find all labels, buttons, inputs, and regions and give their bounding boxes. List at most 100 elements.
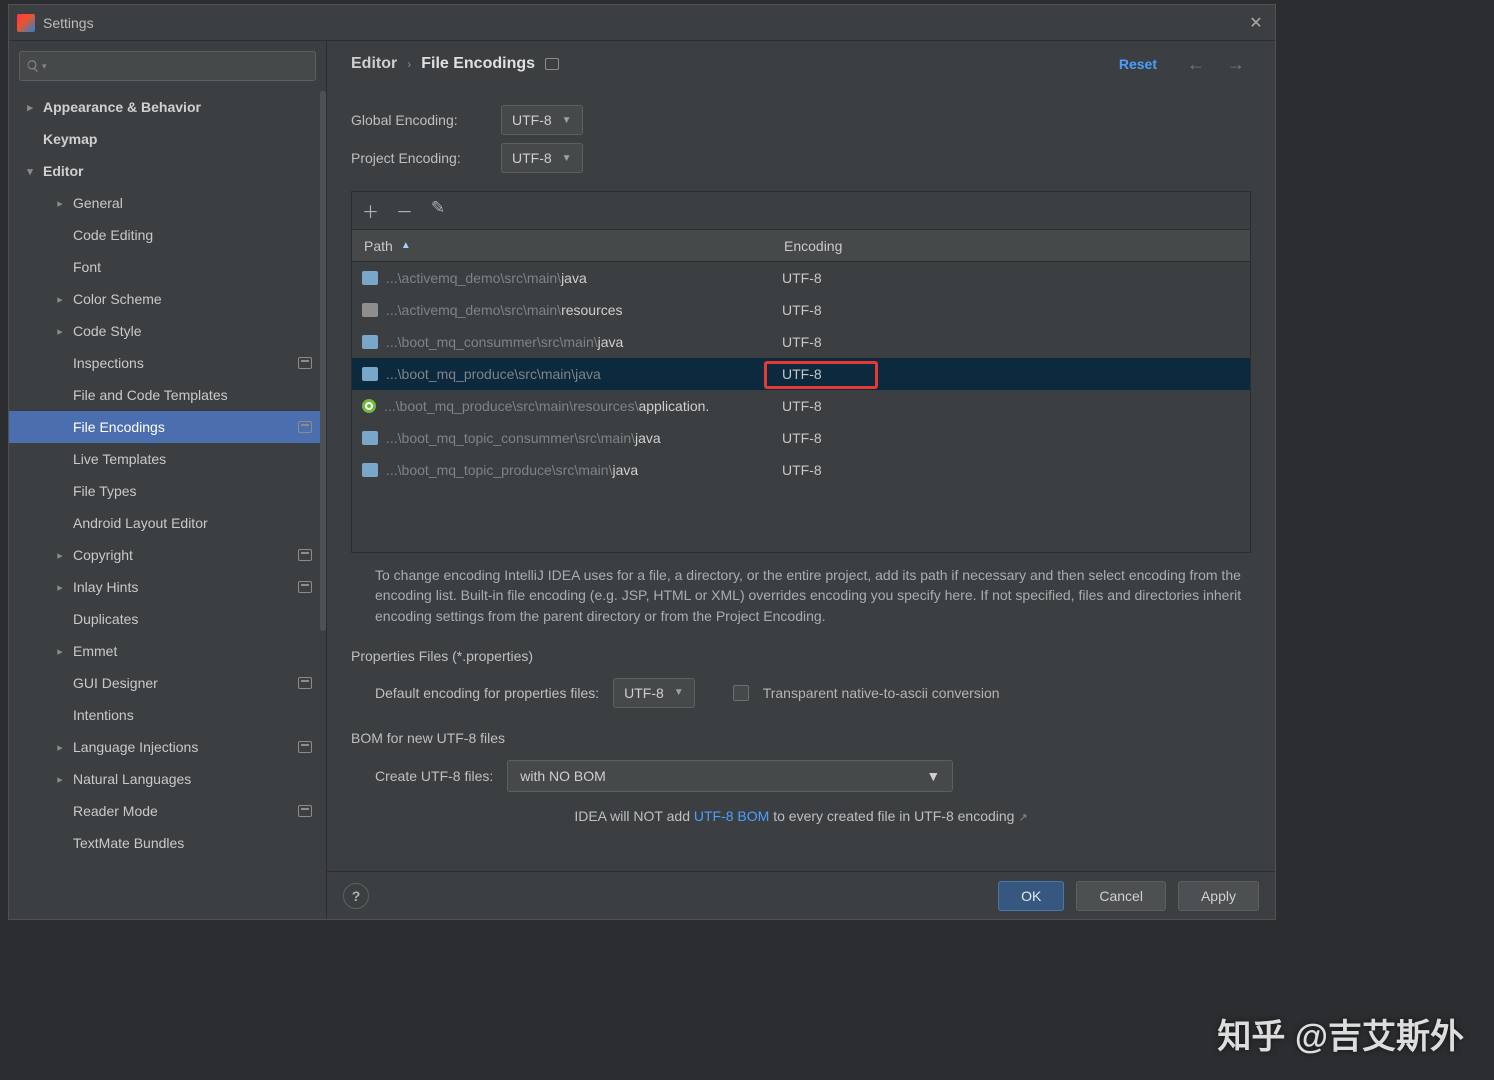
sidebar-item-code-editing[interactable]: ▸Code Editing xyxy=(9,219,326,251)
sidebar-item-label: Inspections xyxy=(73,355,144,371)
path-text: ...\boot_mq_produce\src\main\resources\a… xyxy=(384,398,709,414)
table-row[interactable]: ...\boot_mq_produce\src\main\java UTF-8 xyxy=(352,358,1250,390)
table-row[interactable]: ...\boot_mq_topic_consummer\src\main\jav… xyxy=(352,422,1250,454)
remove-button[interactable]: － xyxy=(396,198,412,223)
project-scope-icon xyxy=(298,581,312,593)
global-encoding-row: Global Encoding: UTF-8 ▼ xyxy=(351,105,1251,135)
apply-button[interactable]: Apply xyxy=(1178,881,1259,911)
close-button[interactable]: ✕ xyxy=(1245,12,1267,34)
sidebar-item-android-layout-editor[interactable]: ▸Android Layout Editor xyxy=(9,507,326,539)
sidebar-item-appearance-behavior[interactable]: ▸Appearance & Behavior xyxy=(9,91,326,123)
table-row[interactable]: ...\activemq_demo\src\main\java UTF-8 xyxy=(352,262,1250,294)
dropdown-icon: ▼ xyxy=(562,115,572,126)
sidebar-item-general[interactable]: ▸General xyxy=(9,187,326,219)
sidebar-item-font[interactable]: ▸Font xyxy=(9,251,326,283)
add-button[interactable]: ＋ xyxy=(362,198,378,223)
sidebar-item-label: Intentions xyxy=(73,707,134,723)
table-row[interactable]: ...\boot_mq_consummer\src\main\javaUTF-8 xyxy=(352,326,1250,358)
sidebar-item-inlay-hints[interactable]: ▸Inlay Hints xyxy=(9,571,326,603)
breadcrumb-parent[interactable]: Editor xyxy=(351,55,397,73)
project-scope-icon xyxy=(545,58,559,70)
utf8-bom-link[interactable]: UTF-8 BOM xyxy=(694,808,769,824)
dropdown-icon: ▼ xyxy=(674,687,684,698)
ok-button[interactable]: OK xyxy=(998,881,1064,911)
settings-tree[interactable]: ▸Appearance & Behavior▸Keymap▾Editor▸Gen… xyxy=(9,91,326,919)
sidebar-item-copyright[interactable]: ▸Copyright xyxy=(9,539,326,571)
table-row[interactable]: ...\boot_mq_produce\src\main\resources\a… xyxy=(352,390,1250,422)
sidebar-item-keymap[interactable]: ▸Keymap xyxy=(9,123,326,155)
sidebar-item-file-types[interactable]: ▸File Types xyxy=(9,475,326,507)
folder-icon xyxy=(362,367,378,381)
encoding-cell[interactable]: UTF-8 xyxy=(772,430,1250,446)
sidebar-item-label: Live Templates xyxy=(73,451,166,467)
column-encoding[interactable]: Encoding xyxy=(772,238,1250,254)
sidebar-item-file-encodings[interactable]: ▸File Encodings xyxy=(9,411,326,443)
global-encoding-combo[interactable]: UTF-8 ▼ xyxy=(501,105,583,135)
encoding-cell[interactable]: UTF-8 xyxy=(772,334,1250,350)
path-text: ...\activemq_demo\src\main\java xyxy=(386,270,587,286)
sidebar-item-gui-designer[interactable]: ▸GUI Designer xyxy=(9,667,326,699)
help-button[interactable]: ? xyxy=(343,883,369,909)
sidebar-item-label: Reader Mode xyxy=(73,803,158,819)
reset-button[interactable]: Reset xyxy=(1119,56,1157,72)
sidebar-item-label: Inlay Hints xyxy=(73,579,138,595)
sidebar-item-label: Language Injections xyxy=(73,739,198,755)
watermark-text: 知乎 @吉艾斯外 xyxy=(1217,1009,1464,1058)
transparent-label[interactable]: Transparent native-to-ascii conversion xyxy=(763,685,1000,701)
folder-icon xyxy=(362,431,378,445)
search-icon xyxy=(26,59,40,73)
transparent-checkbox[interactable] xyxy=(733,685,749,701)
sidebar-item-label: Keymap xyxy=(43,131,97,147)
bom-select[interactable]: with NO BOM ▼ xyxy=(507,760,953,792)
sidebar-item-label: Editor xyxy=(43,163,83,179)
sidebar-item-inspections[interactable]: ▸Inspections xyxy=(9,347,326,379)
chevron-right-icon: ▸ xyxy=(53,549,67,562)
cancel-button[interactable]: Cancel xyxy=(1076,881,1166,911)
sidebar-item-editor[interactable]: ▾Editor xyxy=(9,155,326,187)
sidebar-item-textmate-bundles[interactable]: ▸TextMate Bundles xyxy=(9,827,326,859)
nav-forward-button[interactable]: → xyxy=(1221,54,1251,75)
sidebar-scrollbar[interactable] xyxy=(320,91,326,631)
search-input[interactable] xyxy=(51,59,309,74)
project-encoding-label: Project Encoding: xyxy=(351,150,501,166)
folder-icon xyxy=(362,335,378,349)
table-row[interactable]: ...\boot_mq_topic_produce\src\main\javaU… xyxy=(352,454,1250,486)
sidebar-item-file-and-code-templates[interactable]: ▸File and Code Templates xyxy=(9,379,326,411)
properties-default-label: Default encoding for properties files: xyxy=(375,685,599,701)
encoding-cell[interactable]: UTF-8 xyxy=(772,366,1250,382)
sidebar-item-natural-languages[interactable]: ▸Natural Languages xyxy=(9,763,326,795)
path-text: ...\boot_mq_produce\src\main\java xyxy=(386,366,601,382)
encoding-cell[interactable]: UTF-8 xyxy=(772,398,1250,414)
search-history-icon: ▾ xyxy=(42,61,47,72)
project-encoding-combo[interactable]: UTF-8 ▼ xyxy=(501,143,583,173)
sidebar-item-intentions[interactable]: ▸Intentions xyxy=(9,699,326,731)
properties-encoding-combo[interactable]: UTF-8 ▼ xyxy=(613,678,695,708)
sidebar-item-label: Android Layout Editor xyxy=(73,515,208,531)
nav-back-button[interactable]: ← xyxy=(1181,54,1211,75)
column-path[interactable]: Path ▲ xyxy=(352,238,772,254)
project-scope-icon xyxy=(298,805,312,817)
sidebar-item-code-style[interactable]: ▸Code Style xyxy=(9,315,326,347)
chevron-right-icon: ▸ xyxy=(53,741,67,754)
sidebar-item-color-scheme[interactable]: ▸Color Scheme xyxy=(9,283,326,315)
encoding-cell[interactable]: UTF-8 xyxy=(772,302,1250,318)
breadcrumb-header: Editor › File Encodings Reset ← → xyxy=(327,41,1275,87)
encoding-cell[interactable]: UTF-8 xyxy=(772,462,1250,478)
table-row[interactable]: ...\activemq_demo\src\main\resourcesUTF-… xyxy=(352,294,1250,326)
settings-search[interactable]: ▾ xyxy=(19,51,316,81)
global-encoding-value: UTF-8 xyxy=(512,112,552,128)
sidebar-item-live-templates[interactable]: ▸Live Templates xyxy=(9,443,326,475)
sidebar-item-language-injections[interactable]: ▸ Language Injections xyxy=(9,731,326,763)
sidebar-item-label: Natural Languages xyxy=(73,771,191,787)
bom-note: IDEA will NOT add UTF-8 BOM to every cre… xyxy=(351,808,1251,824)
encoding-cell[interactable]: UTF-8 xyxy=(772,270,1250,286)
sidebar-item-duplicates[interactable]: ▸Duplicates xyxy=(9,603,326,635)
table-header: Path ▲ Encoding xyxy=(352,230,1250,262)
sidebar-item-emmet[interactable]: ▸Emmet xyxy=(9,635,326,667)
sidebar-item-reader-mode[interactable]: ▸Reader Mode xyxy=(9,795,326,827)
settings-sidebar: ▾ ▸Appearance & Behavior▸Keymap▾Editor▸G… xyxy=(9,41,327,919)
edit-button[interactable]: ✎ xyxy=(430,198,446,223)
sidebar-item-label: Appearance & Behavior xyxy=(43,99,201,115)
project-encoding-value: UTF-8 xyxy=(512,150,552,166)
spring-icon xyxy=(362,399,376,413)
